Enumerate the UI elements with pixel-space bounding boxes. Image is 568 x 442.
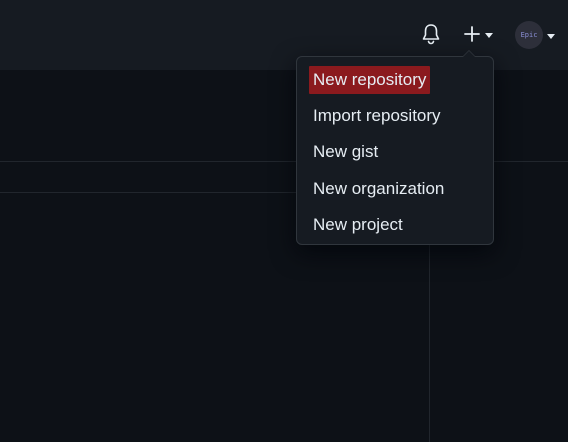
menu-item-new-project[interactable]: New project [309,211,407,239]
bell-icon [422,24,440,45]
menu-item-import-repository[interactable]: Import repository [309,102,445,130]
divider [429,245,430,442]
menu-item-new-gist[interactable]: New gist [309,138,382,166]
plus-icon [464,26,480,42]
notifications-button[interactable] [418,20,444,48]
chevron-down-icon [485,33,493,38]
avatar: Epic [515,21,543,49]
menu-item-new-organization[interactable]: New organization [309,175,448,203]
user-menu-button[interactable]: Epic [511,19,559,51]
page: Epic New repository Import repository Ne… [0,0,568,442]
chevron-down-icon [547,34,555,39]
create-new-button[interactable] [458,20,498,48]
create-new-dropdown: New repository Import repository New gis… [296,50,494,245]
menu-item-new-repository[interactable]: New repository [309,66,431,94]
